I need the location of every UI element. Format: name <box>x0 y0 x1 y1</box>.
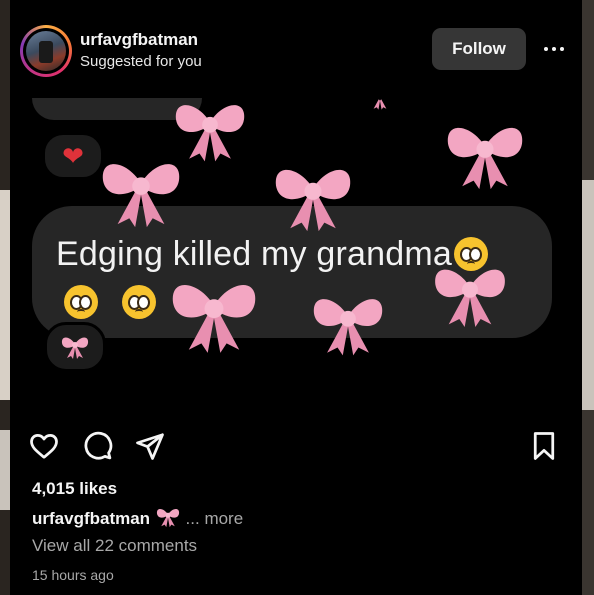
bookmark-icon[interactable] <box>528 430 560 462</box>
pink-bow-sticker-icon <box>102 164 180 228</box>
post-timestamp: 15 hours ago <box>32 567 114 583</box>
pink-bow-sticker-icon <box>61 337 89 359</box>
pink-bow-sticker-icon <box>447 127 523 190</box>
pleading-face-emoji-icon <box>64 285 98 319</box>
more-options-icon[interactable] <box>538 36 570 62</box>
view-comments-link[interactable]: View all 22 comments <box>32 536 197 556</box>
post-actions <box>10 416 582 476</box>
heart-icon[interactable] <box>28 430 60 462</box>
avatar[interactable] <box>20 25 72 77</box>
like-count[interactable]: 4,015 likes <box>32 479 117 499</box>
pink-bow-sticker-icon <box>172 284 256 353</box>
pink-bow-sticker-icon <box>156 508 179 528</box>
follow-button[interactable]: Follow <box>432 28 526 70</box>
caption: urfavgfbatman ... more <box>32 506 243 529</box>
share-icon[interactable] <box>134 430 166 462</box>
pink-bow-sticker-icon <box>275 169 351 232</box>
suggested-label: Suggested for you <box>80 53 202 70</box>
background-right-edge <box>582 0 594 595</box>
post-username[interactable]: urfavgfbatman <box>80 30 198 50</box>
pink-bow-sticker-icon <box>373 99 387 110</box>
caption-bow-emoji <box>155 508 186 528</box>
comment-icon[interactable] <box>82 430 114 462</box>
post-header: urfavgfbatman Suggested for you Follow <box>10 0 582 98</box>
caption-more-link[interactable]: ... more <box>186 509 244 528</box>
bow-reaction <box>44 322 106 372</box>
post-media[interactable]: ❤ Edging killed my grandma <box>10 98 582 416</box>
pink-bow-sticker-icon <box>435 269 505 327</box>
caption-username[interactable]: urfavgfbatman <box>32 509 150 528</box>
instagram-post: urfavgfbatman Suggested for you Follow ❤… <box>10 0 582 595</box>
pink-bow-sticker-icon <box>313 299 383 356</box>
pleading-face-emoji-icon <box>121 285 156 319</box>
heart-reaction-icon: ❤ <box>42 132 104 180</box>
message-text-content: Edging killed my grandma <box>56 235 452 273</box>
